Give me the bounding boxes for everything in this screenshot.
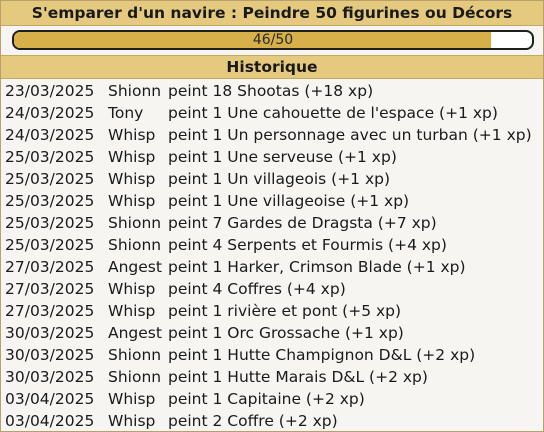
quest-panel: S'emparer d'un navire : Peindre 50 figur… (0, 0, 544, 432)
history-date: 30/03/2025 (5, 368, 95, 386)
history-action: peint 1 Une serveuse (+1 xp) (168, 148, 397, 166)
history-date: 24/03/2025 (5, 126, 95, 144)
history-row: 30/03/2025 Shionn peint 1 Hutte Marais D&L… (1, 366, 543, 388)
progress-label: 46/50 (252, 32, 294, 48)
history-action: peint 1 Orc Grossache (+1 xp) (168, 324, 404, 342)
history-header: Historique (1, 55, 543, 79)
history-user: Whisp (108, 192, 156, 210)
history-row: 25/03/2025 Whisp peint 1 Une serveuse (+1 … (1, 146, 543, 168)
history-row: 27/03/2025 Whisp peint 1 rivière et pont (… (1, 300, 543, 322)
history-user: Angest (108, 258, 162, 276)
quest-title: S'emparer d'un navire : Peindre 50 figur… (1, 1, 543, 26)
history-date: 03/04/2025 (5, 412, 95, 430)
history-action: peint 1 Hutte Marais D&L (+2 xp) (168, 368, 428, 386)
history-row: 25/03/2025 Whisp peint 1 Une villageoise (… (1, 190, 543, 212)
history-user: Angest (108, 324, 162, 342)
history-row: 25/03/2025 Shionn peint 4 Serpents et Four… (1, 234, 543, 256)
history-user: Whisp (108, 412, 156, 430)
history-action: peint 2 Coffre (+2 xp) (168, 412, 338, 430)
history-date: 25/03/2025 (5, 236, 95, 254)
history-action: peint 4 Coffres (+4 xp) (168, 280, 346, 298)
history-user: Shionn (108, 82, 162, 100)
history-row: 03/04/2025 Whisp peint 1 Capitaine (+2 xp) (1, 388, 543, 410)
progress-section: 46/50 (1, 26, 543, 55)
history-user: Whisp (108, 148, 156, 166)
history-row: 24/03/2025 Whisp peint 1 Un personnage ave… (1, 124, 543, 146)
progress-bar: 46/50 (12, 30, 534, 50)
history-date: 27/03/2025 (5, 258, 95, 276)
history-date: 25/03/2025 (5, 170, 95, 188)
history-date: 25/03/2025 (5, 214, 95, 232)
history-date: 30/03/2025 (5, 346, 95, 364)
history-user: Whisp (108, 302, 156, 320)
history-action: peint 1 Harker, Crimson Blade (+1 xp) (168, 258, 466, 276)
history-user: Tony (108, 104, 144, 122)
history-action: peint 1 Une villageoise (+1 xp) (168, 192, 410, 210)
history-action: peint 7 Gardes de Dragsta (+7 xp) (168, 214, 437, 232)
history-user: Whisp (108, 126, 156, 144)
history-row: 27/03/2025 Whisp peint 4 Coffres (+4 xp) (1, 278, 543, 300)
history-action: peint 4 Serpents et Fourmis (+4 xp) (168, 236, 447, 254)
history-date: 25/03/2025 (5, 148, 95, 166)
history-action: peint 1 Capitaine (+2 xp) (168, 390, 365, 408)
history-action: peint 1 Une cahouette de l'espace (+1 xp… (168, 104, 498, 122)
history-date: 23/03/2025 (5, 82, 95, 100)
history-row: 27/03/2025 Angest peint 1 Harker, Crimson … (1, 256, 543, 278)
history-date: 27/03/2025 (5, 280, 95, 298)
history-date: 25/03/2025 (5, 192, 95, 210)
history-row: 25/03/2025 Whisp peint 1 Un villageois (+1… (1, 168, 543, 190)
history-user: Shionn (108, 368, 162, 386)
history-row: 24/03/2025 Tony peint 1 Une cahouette de l… (1, 102, 543, 124)
history-user: Whisp (108, 280, 156, 298)
history-action: peint 1 Un personnage avec un turban (+1… (168, 126, 532, 144)
history-user: Shionn (108, 346, 162, 364)
history-user: Whisp (108, 170, 156, 188)
history-row: 23/03/2025 Shionn peint 18 Shootas (+18 xp… (1, 80, 543, 102)
history-row: 30/03/2025 Shionn peint 1 Hutte Champignon… (1, 344, 543, 366)
history-row: 25/03/2025 Shionn peint 7 Gardes de Dragst… (1, 212, 543, 234)
history-action: peint 1 rivière et pont (+5 xp) (168, 302, 402, 320)
history-action: peint 1 Un villageois (+1 xp) (168, 170, 391, 188)
history-date: 30/03/2025 (5, 324, 95, 342)
history-row: 30/03/2025 Angest peint 1 Orc Grossache (+… (1, 322, 543, 344)
history-user: Whisp (108, 390, 156, 408)
history-date: 27/03/2025 (5, 302, 95, 320)
history-date: 24/03/2025 (5, 104, 95, 122)
history-row: 03/04/2025 Whisp peint 2 Coffre (+2 xp) (1, 410, 543, 432)
history-user: Shionn (108, 214, 162, 232)
history-list: 23/03/2025 Shionn peint 18 Shootas (+18 xp… (1, 79, 543, 432)
history-action: peint 18 Shootas (+18 xp) (168, 82, 374, 100)
history-date: 03/04/2025 (5, 390, 95, 408)
history-user: Shionn (108, 236, 162, 254)
history-action: peint 1 Hutte Champignon D&L (+2 xp) (168, 346, 476, 364)
